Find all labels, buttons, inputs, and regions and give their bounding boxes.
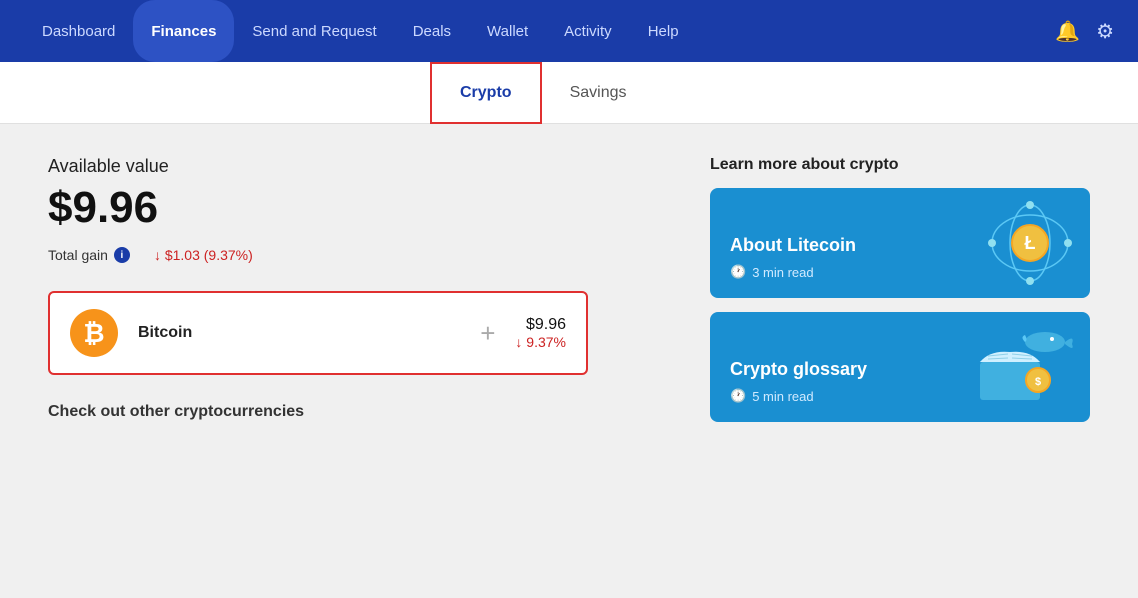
nav-wallet[interactable]: Wallet — [469, 0, 546, 62]
tab-crypto[interactable]: Crypto — [430, 62, 542, 124]
navbar: Dashboard Finances Send and Request Deal… — [0, 0, 1138, 62]
glossary-illustration: $ — [950, 312, 1090, 422]
bitcoin-icon: ₿ — [70, 309, 118, 357]
left-column: Available value $9.96 Total gain i ↓ $1.… — [48, 156, 670, 566]
svg-text:$: $ — [1035, 376, 1041, 388]
check-other-label: Check out other cryptocurrencies — [48, 403, 670, 421]
nav-send-request[interactable]: Send and Request — [234, 0, 394, 62]
glossary-card[interactable]: Crypto glossary 🕐 5 min read — [710, 312, 1090, 422]
bitcoin-change: ↓ 9.37% — [515, 334, 566, 350]
available-label: Available value — [48, 156, 670, 177]
nav-finances[interactable]: Finances — [133, 0, 234, 62]
nav-dashboard[interactable]: Dashboard — [24, 0, 133, 62]
litecoin-card-title: About Litecoin — [730, 235, 930, 256]
total-gain-info-icon[interactable]: i — [114, 247, 130, 263]
bitcoin-amount: $9.96 — [515, 316, 566, 334]
main-content: Available value $9.96 Total gain i ↓ $1.… — [0, 124, 1138, 598]
right-column: Learn more about crypto About Litecoin 🕐… — [710, 156, 1090, 566]
litecoin-illustration: Ł — [950, 188, 1090, 298]
bitcoin-values: $9.96 ↓ 9.37% — [515, 316, 566, 350]
glossary-card-time: 🕐 5 min read — [730, 388, 930, 404]
nav-help[interactable]: Help — [630, 0, 697, 62]
nav-activity[interactable]: Activity — [546, 0, 630, 62]
litecoin-card-time: 🕐 3 min read — [730, 264, 930, 280]
litecoin-card[interactable]: About Litecoin 🕐 3 min read Ł — [710, 188, 1090, 298]
bitcoin-card[interactable]: ₿ Bitcoin + $9.96 ↓ 9.37% — [48, 291, 588, 375]
svg-text:Ł: Ł — [1025, 233, 1036, 253]
glossary-card-text: Crypto glossary 🕐 5 min read — [710, 312, 950, 422]
available-value: $9.96 — [48, 183, 670, 233]
litecoin-card-text: About Litecoin 🕐 3 min read — [710, 188, 950, 298]
total-gain-label: Total gain i — [48, 247, 130, 263]
clock-icon-2: 🕐 — [730, 388, 746, 404]
nav-deals[interactable]: Deals — [395, 0, 469, 62]
total-gain-row: Total gain i ↓ $1.03 (9.37%) — [48, 247, 670, 263]
add-bitcoin-button[interactable]: + — [480, 318, 495, 349]
gear-icon[interactable]: ⚙ — [1096, 19, 1114, 44]
bell-icon[interactable]: 🔔 — [1055, 19, 1080, 44]
learn-label: Learn more about crypto — [710, 156, 1090, 174]
total-gain-value: ↓ $1.03 (9.37%) — [154, 247, 253, 263]
tabs-row: Crypto Savings — [0, 62, 1138, 124]
glossary-card-title: Crypto glossary — [730, 359, 930, 380]
nav-right-icons: 🔔 ⚙ — [1055, 19, 1114, 44]
tab-savings[interactable]: Savings — [542, 62, 655, 124]
bitcoin-name: Bitcoin — [138, 324, 460, 342]
clock-icon: 🕐 — [730, 264, 746, 280]
down-arrow-icon: ↓ 9.37% — [515, 334, 566, 350]
